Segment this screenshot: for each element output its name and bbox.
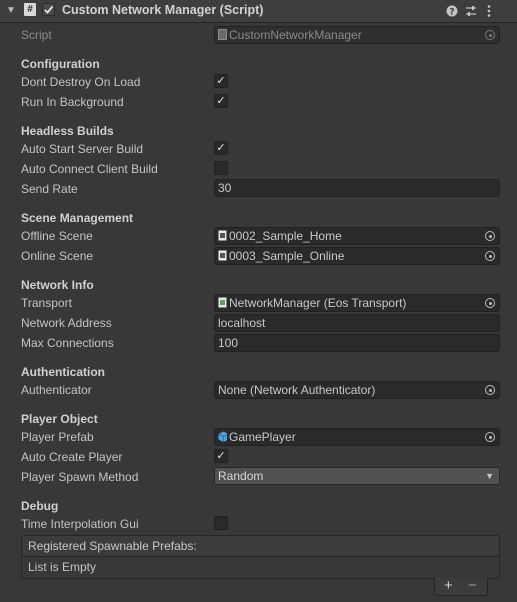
- max-connections-label: Max Connections: [21, 336, 114, 350]
- section-scene-management: Scene Management: [21, 211, 134, 225]
- chevron-down-icon: ▼: [485, 471, 494, 481]
- time-interp-gui-label: Time Interpolation Gui: [21, 517, 139, 531]
- script-field[interactable]: CustomNetworkManager: [214, 26, 500, 44]
- section-debug: Debug: [21, 499, 59, 513]
- send-rate-label: Send Rate: [21, 182, 78, 196]
- object-picker-icon[interactable]: [485, 231, 495, 241]
- player-prefab-field[interactable]: GamePlayer: [214, 428, 500, 446]
- script-hash-icon: #: [24, 3, 36, 16]
- section-configuration: Configuration: [21, 57, 100, 71]
- object-picker-icon[interactable]: [485, 298, 495, 308]
- triangle-down-icon[interactable]: ▼: [6, 5, 16, 16]
- svg-text:?: ?: [449, 8, 454, 18]
- list-footer: + −: [434, 577, 488, 596]
- component-header[interactable]: ▼ # Custom Network Manager (Script) ?: [0, 0, 517, 23]
- add-element-button[interactable]: +: [444, 577, 453, 594]
- remove-element-button[interactable]: −: [468, 577, 477, 594]
- authenticator-field[interactable]: None (Network Authenticator): [214, 381, 500, 399]
- offline-scene-field[interactable]: 0002_Sample_Home: [214, 227, 500, 245]
- list-empty-text: List is Empty: [28, 560, 97, 574]
- run-background-checkbox[interactable]: ✓: [214, 94, 228, 108]
- transport-field[interactable]: NetworkManager (Eos Transport): [214, 294, 500, 312]
- component-title: Custom Network Manager (Script): [62, 3, 264, 17]
- object-picker-icon[interactable]: [485, 30, 495, 40]
- network-address-label: Network Address: [21, 316, 112, 330]
- section-authentication: Authentication: [21, 365, 105, 379]
- checkmark-icon: [44, 5, 54, 14]
- player-prefab-label: Player Prefab: [21, 430, 94, 444]
- auto-create-player-checkbox[interactable]: ✓: [214, 449, 228, 463]
- dont-destroy-label: Dont Destroy On Load: [21, 75, 141, 89]
- offline-scene-value: 0002_Sample_Home: [229, 229, 342, 243]
- section-network-info: Network Info: [21, 278, 94, 292]
- script-value: CustomNetworkManager: [229, 28, 362, 42]
- auto-start-server-checkbox[interactable]: ✓: [214, 141, 228, 155]
- online-scene-field[interactable]: 0003_Sample_Online: [214, 247, 500, 265]
- list-header: Registered Spawnable Prefabs:: [22, 536, 499, 557]
- section-player-object: Player Object: [21, 412, 98, 426]
- auto-start-server-label: Auto Start Server Build: [21, 142, 144, 156]
- kebab-menu-icon[interactable]: [487, 2, 491, 20]
- component-icon: [218, 297, 227, 308]
- auto-connect-client-label: Auto Connect Client Build: [21, 162, 158, 176]
- send-rate-input[interactable]: 30: [214, 179, 500, 197]
- list-header-label: Registered Spawnable Prefabs:: [28, 539, 197, 553]
- section-headless-builds: Headless Builds: [21, 124, 114, 138]
- offline-scene-label: Offline Scene: [21, 229, 93, 243]
- player-spawn-method-value: Random: [218, 469, 264, 483]
- auto-create-player-label: Auto Create Player: [21, 450, 123, 464]
- spawnable-prefabs-list[interactable]: Registered Spawnable Prefabs: List is Em…: [21, 535, 500, 579]
- authenticator-label: Authenticator: [21, 383, 92, 397]
- object-picker-icon[interactable]: [485, 251, 495, 261]
- help-icon[interactable]: ?: [446, 2, 458, 20]
- preset-sliders-icon[interactable]: [465, 2, 477, 20]
- authenticator-value: None (Network Authenticator): [218, 383, 376, 397]
- player-spawn-method-dropdown[interactable]: Random ▼: [214, 467, 500, 485]
- auto-connect-client-checkbox[interactable]: [214, 161, 228, 175]
- run-background-label: Run In Background: [21, 95, 124, 109]
- scene-file-icon: [218, 250, 227, 261]
- transport-value: NetworkManager (Eos Transport): [229, 296, 407, 310]
- script-label: Script: [21, 28, 52, 42]
- script-file-icon: [218, 29, 227, 40]
- component-enabled-checkbox[interactable]: [42, 3, 55, 16]
- time-interp-gui-checkbox[interactable]: [214, 516, 228, 530]
- player-prefab-value: GamePlayer: [229, 430, 296, 444]
- online-scene-label: Online Scene: [21, 249, 94, 263]
- player-spawn-method-label: Player Spawn Method: [21, 470, 139, 484]
- network-address-input[interactable]: localhost: [214, 314, 500, 332]
- transport-label: Transport: [21, 296, 72, 310]
- scene-file-icon: [218, 230, 227, 241]
- dont-destroy-checkbox[interactable]: ✓: [214, 74, 228, 88]
- max-connections-input[interactable]: 100: [214, 334, 500, 352]
- object-picker-icon[interactable]: [485, 432, 495, 442]
- prefab-cube-icon: [218, 431, 227, 442]
- online-scene-value: 0003_Sample_Online: [229, 249, 345, 263]
- object-picker-icon[interactable]: [485, 385, 495, 395]
